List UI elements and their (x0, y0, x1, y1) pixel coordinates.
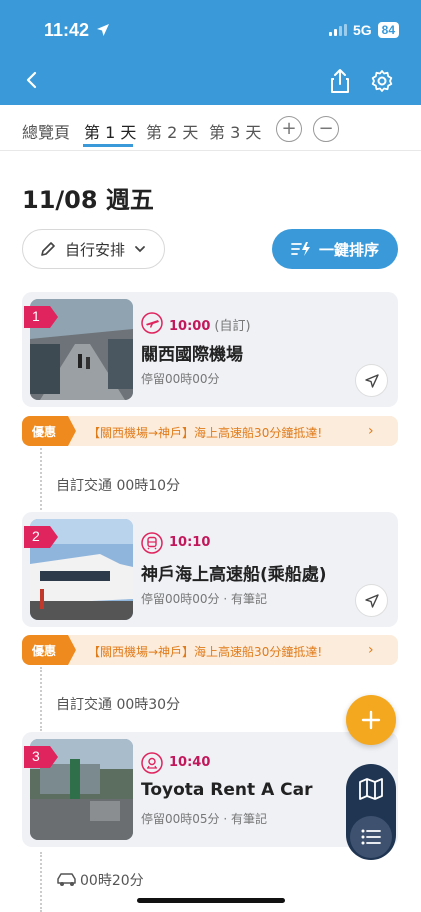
home-indicator (137, 898, 285, 903)
battery-icon: 84 (377, 22, 399, 38)
navigation-arrow-icon (364, 373, 379, 388)
minus-icon: − (318, 118, 334, 139)
back-icon[interactable] (20, 68, 44, 92)
tab-day-2[interactable]: 第 2 天 (146, 119, 198, 143)
promo-text: 【關西機場→神戶】海上高速船30分鐘抵達! (88, 645, 323, 659)
tab-overview[interactable]: 總覽頁 (22, 119, 70, 143)
navigation-arrow-icon (364, 593, 379, 608)
gear-icon[interactable] (370, 69, 394, 93)
stop-card[interactable]: 1 10:00 (自訂) 關西國際機場 停留00時00分 (22, 292, 398, 407)
car-rental-icon (141, 752, 163, 774)
stop-name: 神戶海上高速船(乘船處) (141, 565, 327, 585)
plus-icon (361, 710, 381, 730)
stop-number: 3 (32, 748, 40, 764)
location-arrow-icon (97, 24, 110, 36)
sort-lightning-icon (291, 242, 310, 256)
stop-time-value: 10:10 (169, 535, 211, 550)
stop-stay-duration: 停留00時00分 · 有筆記 (141, 592, 267, 606)
stop-number-badge: 1 (24, 306, 58, 328)
promo-text: 【關西機場→神戶】海上高速船30分鐘抵達! (88, 426, 323, 440)
route-connector (40, 852, 42, 912)
active-tab-indicator (83, 144, 133, 147)
map-icon[interactable] (359, 778, 383, 800)
day-tabs: 總覽頁 第 1 天 第 2 天 第 3 天 (0, 105, 421, 151)
stop-number-badge: 3 (24, 746, 58, 768)
signal-icon (328, 24, 347, 36)
navigate-button[interactable] (355, 584, 388, 617)
app-header: 11:42 5G 84 (0, 0, 421, 105)
stop-card[interactable]: 2 10:10 神戶海上高速船(乘船處) 停留00時00分 · 有筆記 (22, 512, 398, 627)
stop-time: 10:40 (169, 755, 214, 770)
stop-card[interactable]: 3 10:40 Toyota Rent A Car 停留00時05分 · 有筆記 (22, 732, 398, 847)
stop-stay-duration: 停留00時00分 (141, 372, 220, 386)
tab-day-1[interactable]: 第 1 天 (84, 119, 136, 143)
transit-segment[interactable]: 自訂交通 00時30分 (56, 694, 180, 714)
tab-day-3[interactable]: 第 3 天 (209, 119, 261, 143)
remove-day-button[interactable]: − (313, 116, 339, 142)
promo-tag: 優惠 (22, 635, 76, 665)
auto-sort-button[interactable]: 一鍵排序 (272, 229, 398, 269)
add-stop-button[interactable] (346, 695, 396, 745)
list-view-button[interactable] (350, 816, 392, 858)
car-icon (57, 873, 76, 886)
stop-number-badge: 2 (24, 526, 58, 548)
route-connector (40, 448, 42, 510)
share-icon[interactable] (328, 68, 352, 94)
stop-name: Toyota Rent A Car (141, 780, 313, 800)
status-time: 11:42 (44, 20, 110, 41)
stop-number: 1 (32, 308, 40, 324)
status-time-text: 11:42 (44, 20, 90, 40)
transit-duration: 00時20分 (80, 873, 144, 889)
pencil-icon (41, 242, 55, 256)
network-label: 5G (352, 22, 372, 38)
arrange-label: 自行安排 (65, 240, 126, 259)
promo-tag-label: 優惠 (32, 644, 57, 658)
arrange-dropdown[interactable]: 自行安排 (22, 229, 165, 269)
chevron-right-icon: › (368, 423, 374, 439)
stop-stay-duration: 停留00時05分 · 有筆記 (141, 812, 267, 826)
list-icon (361, 829, 381, 845)
stop-time-value: 10:40 (169, 755, 211, 770)
navigate-button[interactable] (355, 364, 388, 397)
train-icon (141, 532, 163, 554)
view-switcher (346, 764, 396, 860)
sort-label: 一鍵排序 (318, 240, 379, 259)
chevron-down-icon (135, 246, 145, 253)
transit-segment[interactable]: 自訂交通 00時10分 (56, 475, 180, 495)
promo-tag: 優惠 (22, 416, 76, 446)
stop-time-value: 10:00 (169, 319, 211, 334)
stop-time: 10:10 (169, 535, 214, 550)
day-date-title: 11/08 週五 (22, 186, 154, 214)
transit-segment[interactable]: 00時20分 (56, 870, 144, 890)
add-day-button[interactable]: + (276, 116, 302, 142)
plus-icon: + (281, 118, 297, 139)
promo-tag-label: 優惠 (32, 425, 57, 439)
stop-number: 2 (32, 528, 40, 544)
promo-banner[interactable]: 優惠 【關西機場→神戶】海上高速船30分鐘抵達! › (22, 416, 398, 446)
promo-banner[interactable]: 優惠 【關西機場→神戶】海上高速船30分鐘抵達! › (22, 635, 398, 665)
chevron-right-icon: › (368, 642, 374, 658)
status-indicators: 5G 84 (328, 22, 399, 38)
airplane-icon (141, 312, 163, 334)
stop-time: 10:00 (自訂) (169, 315, 251, 334)
stop-name: 關西國際機場 (141, 345, 243, 365)
stop-time-note: (自訂) (214, 319, 251, 334)
route-connector (40, 667, 42, 731)
